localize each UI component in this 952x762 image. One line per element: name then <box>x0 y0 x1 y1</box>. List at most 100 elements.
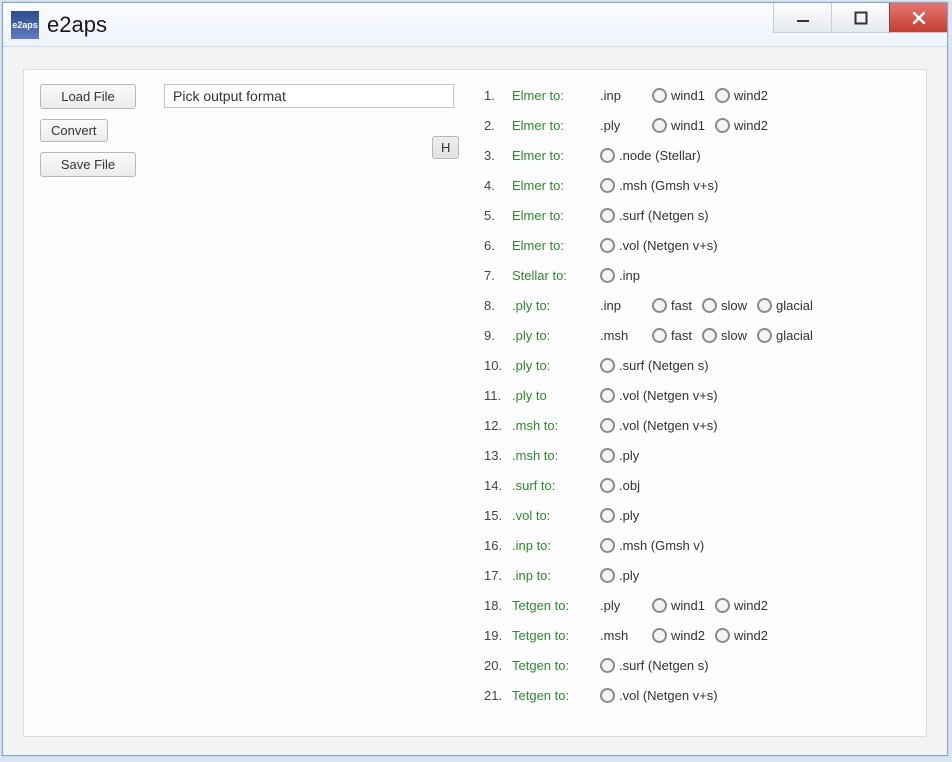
row-options: .surf (Netgen s) <box>600 358 717 373</box>
radio-option[interactable]: wind2 <box>715 628 768 643</box>
radio-option[interactable]: wind1 <box>652 598 705 613</box>
radio-icon <box>600 538 615 553</box>
radio-option[interactable]: .vol (Netgen v+s) <box>600 418 718 433</box>
radio-icon <box>600 658 615 673</box>
format-row: 6.Elmer to:.vol (Netgen v+s) <box>480 230 918 260</box>
radio-option[interactable]: .surf (Netgen s) <box>600 658 709 673</box>
radio-option[interactable]: fast <box>652 328 692 343</box>
radio-label: .vol (Netgen v+s) <box>619 388 718 403</box>
format-row: 11..ply to.vol (Netgen v+s) <box>480 380 918 410</box>
radio-option[interactable]: .inp <box>600 268 640 283</box>
format-row: 20.Tetgen to:.surf (Netgen s) <box>480 650 918 680</box>
radio-option[interactable]: .vol (Netgen v+s) <box>600 238 718 253</box>
app-title: e2aps <box>47 12 107 38</box>
row-number: 12. <box>480 418 512 433</box>
radio-option[interactable]: .ply <box>600 508 639 523</box>
radio-option[interactable]: wind2 <box>715 88 768 103</box>
radio-option[interactable]: wind2 <box>715 598 768 613</box>
radio-option[interactable]: glacial <box>757 298 813 313</box>
row-label: Tetgen to: <box>512 688 600 703</box>
row-options: .ply <box>600 508 647 523</box>
row-label: .inp to: <box>512 568 600 583</box>
row-number: 11. <box>480 388 512 403</box>
format-row: 8..ply to:.inpfastslowglacial <box>480 290 918 320</box>
format-row: 13..msh to:.ply <box>480 440 918 470</box>
row-number: 21. <box>480 688 512 703</box>
radio-icon <box>600 208 615 223</box>
radio-icon <box>652 628 667 643</box>
radio-option[interactable]: fast <box>652 298 692 313</box>
radio-option[interactable]: wind1 <box>652 88 705 103</box>
format-row: 9..ply to:.mshfastslowglacial <box>480 320 918 350</box>
save-file-button[interactable]: Save File <box>40 152 136 177</box>
row-label: .ply to: <box>512 298 600 313</box>
row-label: Elmer to: <box>512 88 600 103</box>
format-row: 16..inp to:.msh (Gmsh v) <box>480 530 918 560</box>
radio-option[interactable]: .surf (Netgen s) <box>600 358 709 373</box>
radio-option[interactable]: wind2 <box>652 628 705 643</box>
row-options: .plywind1wind2 <box>600 598 776 613</box>
format-row: 17..inp to:.ply <box>480 560 918 590</box>
radio-option[interactable]: wind2 <box>715 118 768 133</box>
radio-label: glacial <box>776 328 813 343</box>
radio-option[interactable]: .msh (Gmsh v+s) <box>600 178 718 193</box>
row-number: 7. <box>480 268 512 283</box>
maximize-button[interactable] <box>831 3 889 33</box>
radio-option[interactable]: .node (Stellar) <box>600 148 701 163</box>
close-button[interactable] <box>889 3 947 33</box>
row-options: .vol (Netgen v+s) <box>600 238 726 253</box>
radio-label: wind1 <box>671 598 705 613</box>
radio-option[interactable]: .vol (Netgen v+s) <box>600 688 718 703</box>
row-options: .node (Stellar) <box>600 148 709 163</box>
row-label: .inp to: <box>512 538 600 553</box>
row-options: .inpwind1wind2 <box>600 88 776 103</box>
radio-option[interactable]: .vol (Netgen v+s) <box>600 388 718 403</box>
radio-icon <box>715 88 730 103</box>
row-options: .vol (Netgen v+s) <box>600 388 726 403</box>
row-number: 4. <box>480 178 512 193</box>
radio-option[interactable]: glacial <box>757 328 813 343</box>
minimize-button[interactable] <box>773 3 831 33</box>
h-button[interactable]: H <box>432 136 459 159</box>
radio-option[interactable]: .ply <box>600 568 639 583</box>
row-number: 16. <box>480 538 512 553</box>
radio-option[interactable]: slow <box>702 298 747 313</box>
row-extension: .ply <box>600 118 644 133</box>
radio-label: .vol (Netgen v+s) <box>619 238 718 253</box>
row-number: 10. <box>480 358 512 373</box>
row-extension: .msh <box>600 328 644 343</box>
radio-icon <box>600 478 615 493</box>
row-label: Elmer to: <box>512 118 600 133</box>
radio-icon <box>600 148 615 163</box>
row-number: 6. <box>480 238 512 253</box>
row-label: Elmer to: <box>512 178 600 193</box>
row-number: 19. <box>480 628 512 643</box>
radio-option[interactable]: slow <box>702 328 747 343</box>
radio-label: .vol (Netgen v+s) <box>619 418 718 433</box>
format-row: 15..vol to:.ply <box>480 500 918 530</box>
radio-option[interactable]: wind1 <box>652 118 705 133</box>
window-controls <box>773 3 947 33</box>
output-format-input[interactable] <box>164 84 454 108</box>
row-number: 8. <box>480 298 512 313</box>
radio-label: .surf (Netgen s) <box>619 358 709 373</box>
row-options: .ply <box>600 448 647 463</box>
titlebar: e2aps e2aps <box>3 3 947 47</box>
format-row: 21.Tetgen to:.vol (Netgen v+s) <box>480 680 918 710</box>
radio-label: wind2 <box>671 628 705 643</box>
radio-option[interactable]: .obj <box>600 478 640 493</box>
radio-label: .msh (Gmsh v+s) <box>619 178 718 193</box>
radio-option[interactable]: .surf (Netgen s) <box>600 208 709 223</box>
row-label: .msh to: <box>512 418 600 433</box>
radio-option[interactable]: .ply <box>600 448 639 463</box>
row-options: .msh (Gmsh v+s) <box>600 178 726 193</box>
row-options: .obj <box>600 478 648 493</box>
radio-icon <box>600 508 615 523</box>
radio-option[interactable]: .msh (Gmsh v) <box>600 538 704 553</box>
load-file-button[interactable]: Load File <box>40 84 136 109</box>
convert-button[interactable]: Convert <box>40 119 108 142</box>
radio-label: .obj <box>619 478 640 493</box>
row-number: 5. <box>480 208 512 223</box>
app-icon: e2aps <box>11 11 39 39</box>
row-number: 2. <box>480 118 512 133</box>
